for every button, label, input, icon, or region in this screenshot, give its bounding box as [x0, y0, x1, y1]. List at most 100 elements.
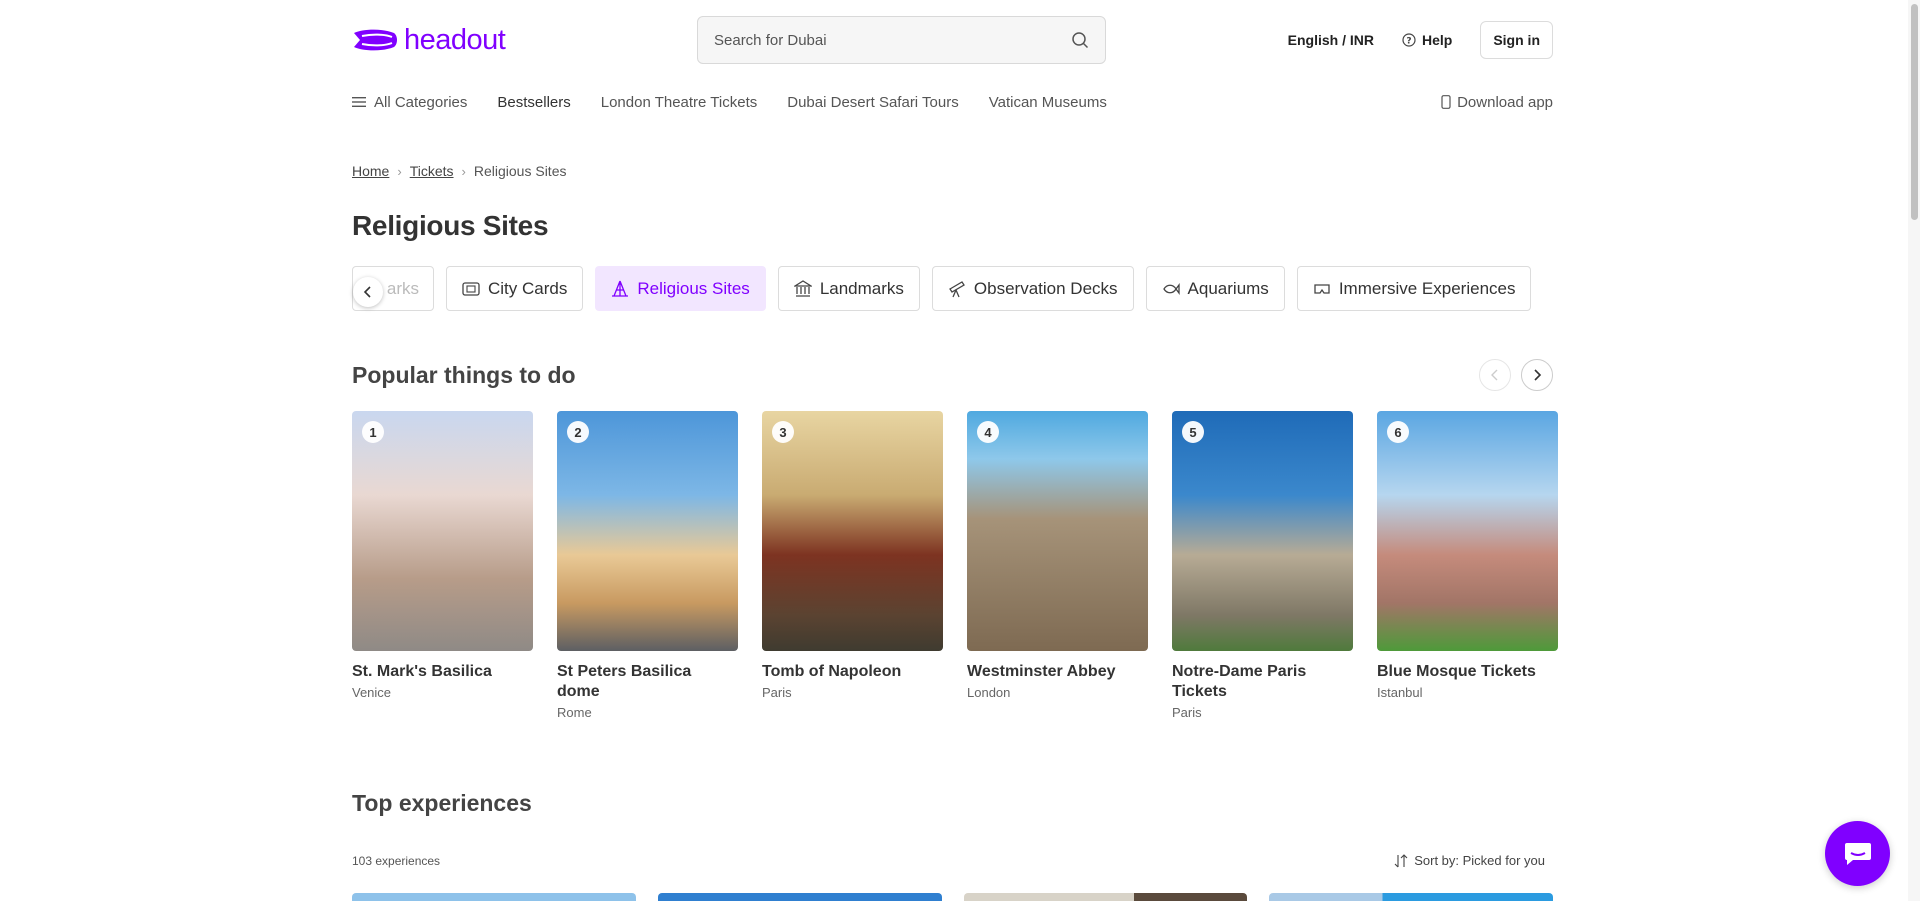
nav-item-bestsellers[interactable]: Bestsellers	[497, 94, 570, 111]
attraction-image[interactable]: 4	[967, 411, 1148, 651]
rank-badge: 3	[772, 421, 794, 443]
help-button[interactable]: ? Help	[1402, 32, 1452, 48]
carousel-prev-button[interactable]	[1479, 359, 1511, 391]
sort-label: Sort by: Picked for you	[1414, 853, 1545, 868]
rank-badge: 5	[1182, 421, 1204, 443]
breadcrumb-tickets[interactable]: Tickets	[410, 163, 454, 179]
category-pill-label: City Cards	[488, 278, 568, 298]
telescope-icon	[948, 280, 965, 297]
nav-item-london-theatre[interactable]: London Theatre Tickets	[601, 94, 758, 111]
search-icon[interactable]	[1071, 31, 1089, 49]
page-scrollbar[interactable]	[1908, 0, 1920, 901]
experiences-toolbar: 103 experiences Sort by: Picked for you	[352, 853, 1553, 868]
category-pill-label: Religious Sites	[637, 278, 750, 298]
rank-badge: 1	[362, 421, 384, 443]
category-pill-landmarks[interactable]: Landmarks	[777, 266, 920, 311]
category-nav: All Categories Bestsellers London Theatr…	[352, 86, 1553, 118]
attraction-city: London	[967, 685, 1011, 700]
download-app-label: Download app	[1457, 93, 1553, 111]
attraction-image[interactable]: 5	[1172, 411, 1353, 651]
rank-badge: 2	[567, 421, 589, 443]
help-label: Help	[1421, 32, 1453, 48]
carousel-next-button[interactable]	[1521, 359, 1553, 391]
svg-text:?: ?	[1406, 37, 1411, 47]
all-categories-label: All Categories	[374, 93, 468, 111]
category-pill-partial[interactable]: arks	[352, 266, 434, 311]
popular-cards: 1 St. Mark's Basilica Venice 2 St Peters…	[352, 411, 1558, 720]
landmark-icon	[793, 279, 812, 297]
attraction-card[interactable]: 6 Blue Mosque Tickets Istanbul	[1377, 411, 1558, 720]
chat-bubble-icon	[1844, 842, 1871, 865]
language-currency-button[interactable]: English / INR	[1288, 32, 1374, 48]
category-pill-label: Landmarks	[819, 278, 904, 298]
download-app-link[interactable]: Download app	[1441, 94, 1553, 111]
all-categories-menu[interactable]: All Categories	[352, 94, 467, 111]
temple-icon	[612, 280, 629, 297]
header-actions: English / INR ? Help Sign in	[1288, 21, 1553, 59]
experience-cards-strip	[352, 893, 1553, 901]
fish-icon	[1162, 282, 1180, 295]
attraction-city: Paris	[762, 685, 792, 700]
category-pill-immersive-experiences[interactable]: Immersive Experiences	[1296, 266, 1532, 311]
search-placeholder: Search for Dubai	[714, 31, 827, 49]
vr-headset-icon	[1314, 283, 1330, 294]
popular-section-title: Popular things to do	[352, 361, 576, 388]
city-card-icon	[462, 281, 480, 296]
attraction-name[interactable]: Blue Mosque Tickets	[1377, 662, 1558, 682]
attraction-name[interactable]: Notre-Dame Paris Tickets	[1172, 662, 1353, 702]
attraction-card[interactable]: 4 Westminster Abbey London	[967, 411, 1148, 720]
nav-item-dubai-desert-safari[interactable]: Dubai Desert Safari Tours	[787, 94, 958, 111]
chevron-left-icon	[1491, 369, 1498, 381]
attraction-name[interactable]: Tomb of Napoleon	[762, 662, 943, 682]
category-pill-observation-decks[interactable]: Observation Decks	[931, 266, 1134, 311]
experience-card-image[interactable]	[963, 893, 1248, 901]
page-title: Religious Sites	[352, 210, 549, 241]
attraction-card[interactable]: 2 St Peters Basilica dome Rome	[557, 411, 738, 720]
top-experiences-title: Top experiences	[352, 790, 532, 816]
attraction-name[interactable]: St Peters Basilica dome	[557, 662, 738, 702]
sort-dropdown[interactable]: Sort by: Picked for you	[1394, 853, 1553, 868]
breadcrumb-current: Religious Sites	[473, 163, 567, 179]
category-pill-aquariums[interactable]: Aquariums	[1145, 266, 1285, 311]
attraction-card[interactable]: 5 Notre-Dame Paris Tickets Paris	[1172, 411, 1353, 720]
logo[interactable]: headout	[352, 23, 506, 57]
experience-card-image[interactable]	[1269, 893, 1553, 901]
attraction-image[interactable]: 6	[1377, 411, 1558, 651]
popular-section-header: Popular things to do	[352, 359, 1553, 391]
hamburger-icon	[352, 97, 366, 107]
attraction-city: Istanbul	[1377, 685, 1423, 700]
category-pills: arks City Cards Religious Sites Landmark…	[352, 266, 1553, 311]
attraction-image[interactable]: 3	[762, 411, 943, 651]
attraction-city: Rome	[557, 705, 592, 720]
attraction-city: Venice	[352, 685, 392, 700]
chat-support-button[interactable]	[1825, 821, 1890, 886]
attraction-name[interactable]: St. Mark's Basilica	[352, 662, 533, 682]
rank-badge: 6	[1387, 421, 1409, 443]
breadcrumb-home[interactable]: Home	[352, 163, 389, 179]
search-input[interactable]: Search for Dubai	[697, 16, 1106, 64]
category-pill-partial-label: arks	[386, 278, 419, 298]
attraction-card[interactable]: 1 St. Mark's Basilica Venice	[352, 411, 533, 720]
help-icon: ?	[1402, 33, 1416, 47]
logo-text: headout	[404, 23, 506, 56]
header: headout Search for Dubai English / INR ?…	[352, 0, 1553, 80]
category-pill-city-cards[interactable]: City Cards	[446, 266, 584, 311]
rank-badge: 4	[977, 421, 999, 443]
chevron-right-icon: ›	[461, 163, 466, 179]
experiences-count: 103 experiences	[352, 853, 441, 868]
experience-card-image[interactable]	[352, 893, 636, 901]
category-pill-label: Aquariums	[1187, 278, 1269, 298]
sort-icon	[1394, 853, 1408, 867]
experience-card-image[interactable]	[657, 893, 942, 901]
attraction-image[interactable]: 1	[352, 411, 533, 651]
category-pill-label: Immersive Experiences	[1338, 278, 1516, 298]
sign-in-button[interactable]: Sign in	[1480, 21, 1553, 59]
nav-item-vatican-museums[interactable]: Vatican Museums	[989, 94, 1107, 111]
pills-prev-button[interactable]	[353, 277, 383, 307]
chevron-left-icon	[363, 286, 371, 298]
attraction-name[interactable]: Westminster Abbey	[967, 662, 1148, 682]
attraction-card[interactable]: 3 Tomb of Napoleon Paris	[762, 411, 943, 720]
attraction-image[interactable]: 2	[557, 411, 738, 651]
scrollbar-thumb[interactable]	[1911, 4, 1918, 220]
category-pill-religious-sites[interactable]: Religious Sites	[595, 266, 766, 311]
